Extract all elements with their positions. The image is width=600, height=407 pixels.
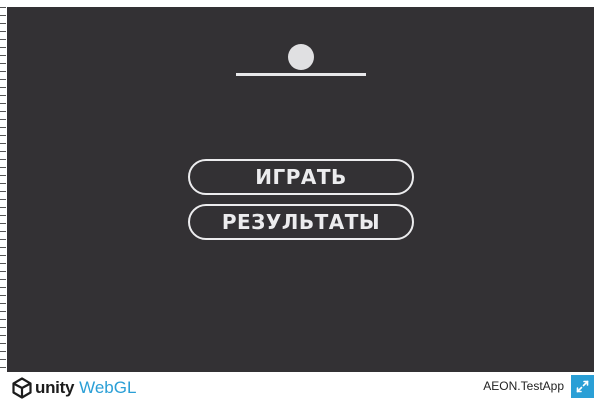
unity-brand-text: unity (35, 378, 75, 397)
unity-cube-icon (12, 377, 32, 399)
play-button[interactable]: ИГРАТЬ (188, 159, 414, 195)
fullscreen-icon (576, 380, 589, 393)
fullscreen-button[interactable] (571, 375, 594, 398)
dashed-ruler (0, 0, 6, 372)
unity-webgl-logo: unity WebGL (12, 376, 136, 400)
platform-line (236, 73, 366, 76)
ball-icon (288, 44, 314, 70)
results-button[interactable]: РЕЗУЛЬТАТЫ (188, 204, 414, 240)
webgl-brand-text: WebGL (79, 378, 137, 397)
footer: unity WebGL AEON.TestApp (0, 372, 600, 407)
page: ИГРАТЬ РЕЗУЛЬТАТЫ unity WebGL AEON.TestA… (0, 0, 600, 407)
game-canvas[interactable]: ИГРАТЬ РЕЗУЛЬТАТЫ (7, 7, 594, 372)
app-title: AEON.TestApp (483, 379, 564, 393)
